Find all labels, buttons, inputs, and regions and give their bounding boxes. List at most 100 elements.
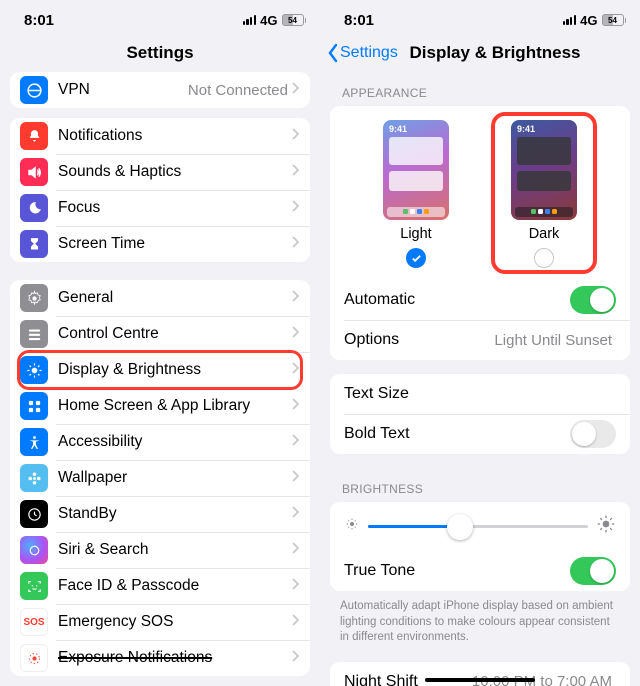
status-right: 4G 54 [243,13,306,28]
appearance-dark[interactable]: 9:41 Dark [497,120,591,268]
chevron-right-icon [292,325,300,343]
chevron-right-icon [292,541,300,559]
nav-bar: Settings [0,34,320,72]
group-general: General Control Centre Display & Brightn… [10,280,310,676]
dark-radio-unchecked[interactable] [534,248,554,268]
display-brightness-pane: 8:01 4G 54 Settings Display & Brightness… [320,0,640,686]
battery-icon: 54 [282,14,307,26]
home-indicator[interactable] [425,678,535,682]
exposure-icon [20,644,48,672]
row-display-brightness[interactable]: Display & Brightness [10,352,310,388]
cellular-signal-icon [243,15,257,25]
group-brightness: True Tone [330,502,630,591]
clock: 8:01 [24,12,54,29]
dark-thumbnail: 9:41 [511,120,577,220]
brightness-slider[interactable] [330,502,630,551]
gear-icon [20,284,48,312]
chevron-right-icon [292,433,300,451]
row-wallpaper[interactable]: Wallpaper [10,460,310,496]
row-focus[interactable]: Focus [10,190,310,226]
status-right: 4G 54 [563,13,626,28]
group-text: Text Size Bold Text [330,374,630,454]
battery-icon: 54 [602,14,627,26]
row-siri[interactable]: Siri & Search [10,532,310,568]
status-bar: 8:01 4G 54 [320,0,640,34]
row-general[interactable]: General [10,280,310,316]
group-appearance: 9:41 Light 9:41 Dark [330,106,630,360]
accessibility-icon [20,428,48,456]
chevron-right-icon [292,613,300,631]
row-options[interactable]: Options Light Until Sunset [330,320,630,360]
light-label: Light [400,226,431,242]
net-label: 4G [580,13,597,28]
settings-root-pane: 8:01 4G 54 Settings VPN Not Connected No… [0,0,320,686]
clock: 8:01 [344,12,374,29]
chevron-right-icon [292,505,300,523]
chevron-right-icon [292,397,300,415]
row-textsize[interactable]: Text Size [330,374,630,414]
row-standby[interactable]: StandBy [10,496,310,532]
net-label: 4G [260,13,277,28]
dark-label: Dark [529,226,560,242]
page-title: Settings [0,43,320,63]
vpn-value: Not Connected [188,82,288,99]
row-nightshift[interactable]: Night Shift 10:00 PM to 7:00 AM [330,662,630,686]
row-faceid[interactable]: Face ID & Passcode [10,568,310,604]
light-radio-checked[interactable] [406,248,426,268]
row-homescreen[interactable]: Home Screen & App Library [10,388,310,424]
truetone-footer: Automatically adapt iPhone display based… [320,595,640,656]
appearance-light[interactable]: 9:41 Light [369,120,463,268]
chevron-right-icon [292,469,300,487]
section-appearance: Appearance [320,72,640,104]
chevron-right-icon [292,81,300,99]
status-bar: 8:01 4G 54 [0,0,320,34]
speaker-icon [20,158,48,186]
back-button[interactable]: Settings [326,43,398,63]
section-brightness: Brightness [320,468,640,500]
vpn-label: VPN [58,81,188,99]
sos-icon: SOS [20,608,48,636]
chevron-right-icon [292,235,300,253]
row-vpn[interactable]: VPN Not Connected [10,72,310,108]
sliders-icon [20,320,48,348]
moon-icon [20,194,48,222]
chevron-right-icon [292,361,300,379]
apps-grid-icon [20,392,48,420]
chevron-right-icon [292,199,300,217]
chevron-right-icon [292,649,300,667]
chevron-right-icon [292,289,300,307]
truetone-toggle[interactable] [570,557,616,585]
row-controlcentre[interactable]: Control Centre [10,316,310,352]
bold-toggle[interactable] [570,420,616,448]
cellular-signal-icon [563,15,577,25]
automatic-toggle[interactable] [570,286,616,314]
group-nightshift: Night Shift 10:00 PM to 7:00 AM [330,662,630,686]
vpn-icon [20,76,48,104]
row-screentime[interactable]: Screen Time [10,226,310,262]
light-thumbnail: 9:41 [383,120,449,220]
sun-small-icon [344,516,360,537]
sun-large-icon [596,514,616,539]
chevron-right-icon [292,577,300,595]
nav-bar: Settings Display & Brightness [320,34,640,72]
faceid-icon [20,572,48,600]
siri-icon [20,536,48,564]
row-sos[interactable]: SOS Emergency SOS [10,604,310,640]
chevron-right-icon [292,163,300,181]
row-boldtext[interactable]: Bold Text [330,414,630,454]
row-automatic[interactable]: Automatic [330,280,630,320]
slider-track[interactable] [368,525,588,528]
hourglass-icon [20,230,48,258]
row-truetone[interactable]: True Tone [330,551,630,591]
slider-knob[interactable] [447,514,473,540]
row-exposure[interactable]: Exposure Notifications [10,640,310,676]
row-accessibility[interactable]: Accessibility [10,424,310,460]
bell-icon [20,122,48,150]
flower-icon [20,464,48,492]
chevron-right-icon [292,127,300,145]
row-sounds[interactable]: Sounds & Haptics [10,154,310,190]
group-notifications: Notifications Sounds & Haptics Focus Scr… [10,118,310,262]
sun-icon [20,356,48,384]
row-notifications[interactable]: Notifications [10,118,310,154]
clock-icon [20,500,48,528]
